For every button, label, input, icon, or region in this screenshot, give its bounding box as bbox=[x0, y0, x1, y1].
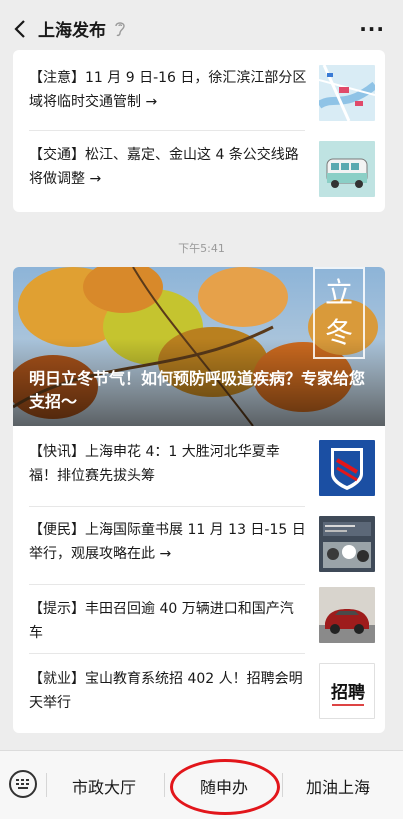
article-item[interactable]: 【就业】宝山教育系统招 402 人！招聘会明天举行 招聘 bbox=[29, 663, 375, 733]
recruit-thumbnail-text: 招聘 bbox=[331, 683, 365, 703]
menu-separator bbox=[164, 773, 165, 797]
message-timestamp: 下午5:41 bbox=[178, 242, 225, 255]
article-title: 【提示】丰田召回逾 40 万辆进口和国产汽车 bbox=[29, 601, 294, 641]
article-item[interactable]: 【提示】丰田召回逾 40 万辆进口和国产汽车 bbox=[29, 587, 375, 673]
bus-thumbnail bbox=[319, 141, 375, 197]
article-item[interactable]: 【便民】上海国际童书展 11 月 13 日-15 日举行，观展攻略在此 → bbox=[29, 516, 375, 594]
book-fair-thumbnail bbox=[319, 516, 375, 572]
menu-separator bbox=[282, 773, 283, 797]
cover-article[interactable]: 立 冬 明日立冬节气！如何预防呼吸道疾病？专家给您支招～ bbox=[13, 267, 385, 426]
more-options-icon[interactable]: ··· bbox=[359, 19, 385, 39]
menu-item-jiayoushanghai[interactable]: 加油上海 bbox=[306, 774, 370, 798]
article-title: 【就业】宝山教育系统招 402 人！招聘会明天举行 bbox=[29, 671, 303, 711]
article-card: 【注意】11 月 9 日-16 日，徐汇滨江部分区域将临时交通管制 → 【交通】… bbox=[13, 50, 385, 212]
shenhua-logo-thumbnail bbox=[319, 440, 375, 496]
keyboard-icon[interactable] bbox=[9, 770, 37, 798]
menu-separator bbox=[46, 773, 47, 797]
article-title: 【快讯】上海申花 4：1 大胜河北华夏幸福！排位赛先拔头筹 bbox=[29, 444, 280, 484]
article-item[interactable]: 【交通】松江、嘉定、金山这 4 条公交线路将做调整 → bbox=[29, 141, 375, 212]
ear-icon bbox=[113, 20, 127, 38]
article-card: 立 冬 明日立冬节气！如何预防呼吸道疾病？专家给您支招～ 【快讯】上海申花 4：… bbox=[13, 267, 385, 733]
article-title: 【交通】松江、嘉定、金山这 4 条公交线路将做调整 → bbox=[29, 147, 299, 187]
article-item[interactable]: 【快讯】上海申花 4：1 大胜河北华夏幸福！排位赛先拔头筹 bbox=[29, 440, 375, 516]
divider bbox=[29, 506, 305, 507]
divider bbox=[29, 653, 305, 654]
bottom-menu-bar: 市政大厅 随申办 加油上海 bbox=[0, 750, 403, 819]
highlight-circle bbox=[170, 759, 280, 815]
page-title: 上海发布 bbox=[38, 21, 106, 41]
divider bbox=[29, 584, 305, 585]
back-arrow-icon[interactable] bbox=[10, 18, 30, 40]
car-thumbnail bbox=[319, 587, 375, 643]
underline bbox=[332, 704, 364, 706]
recruit-thumbnail: 招聘 bbox=[319, 663, 375, 719]
cover-title: 明日立冬节气！如何预防呼吸道疾病？专家给您支招～ bbox=[29, 369, 366, 411]
map-thumbnail bbox=[319, 65, 375, 121]
menu-item-shizhengdating[interactable]: 市政大厅 bbox=[72, 774, 136, 798]
badge-char: 冬 bbox=[324, 316, 353, 349]
season-badge: 立 冬 bbox=[313, 267, 365, 359]
article-title: 【注意】11 月 9 日-16 日，徐汇滨江部分区域将临时交通管制 → bbox=[29, 70, 307, 110]
badge-char: 立 bbox=[324, 276, 353, 309]
divider bbox=[29, 130, 305, 131]
article-title: 【便民】上海国际童书展 11 月 13 日-15 日举行，观展攻略在此 → bbox=[29, 522, 306, 562]
